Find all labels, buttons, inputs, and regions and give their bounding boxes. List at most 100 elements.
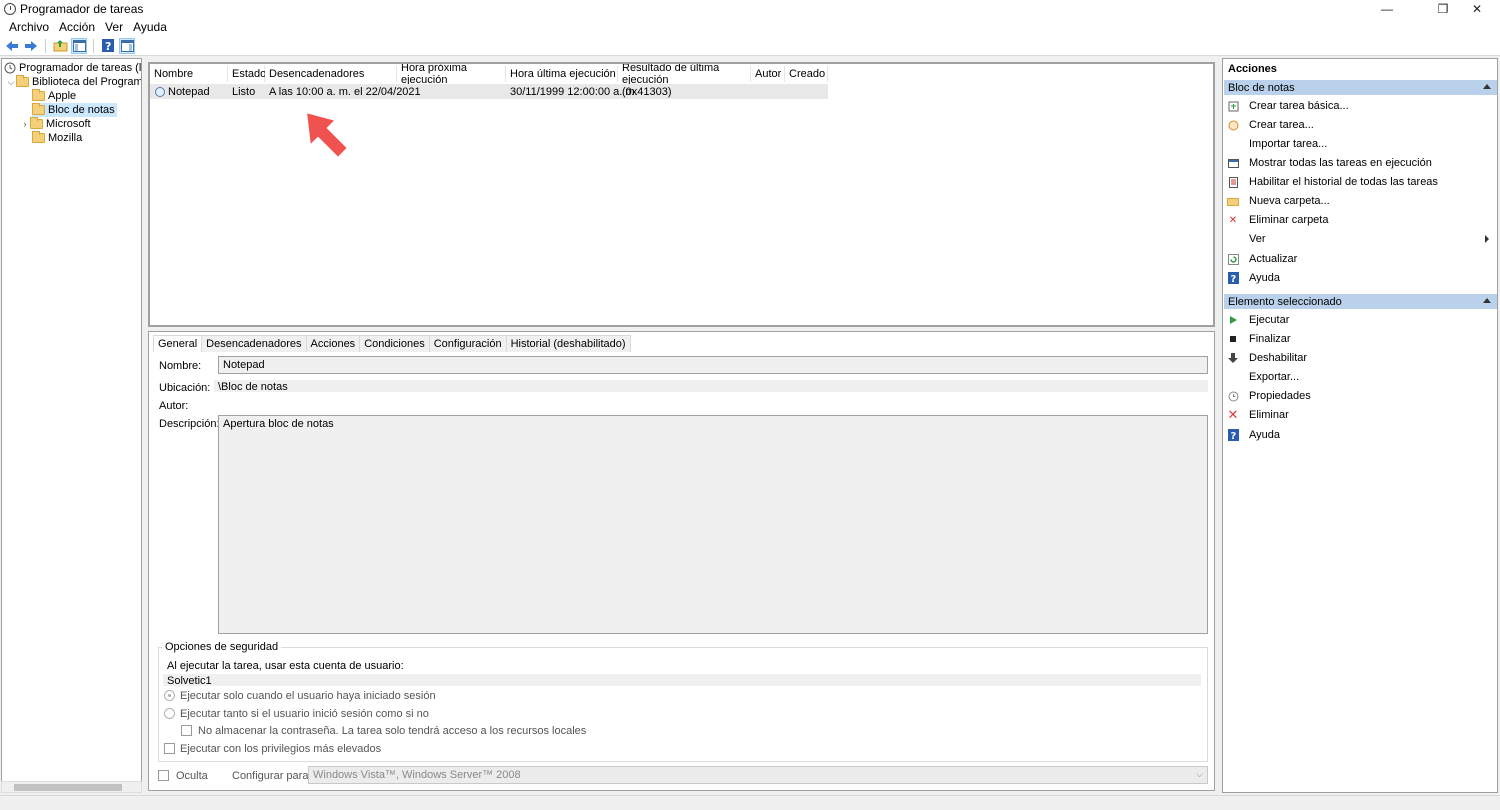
menu-ayuda[interactable]: Ayuda bbox=[128, 20, 172, 34]
menu-archivo[interactable]: Archivo bbox=[4, 20, 54, 34]
back-button[interactable] bbox=[4, 38, 20, 54]
close-button[interactable]: ✕ bbox=[1454, 0, 1500, 18]
forward-button[interactable] bbox=[23, 38, 39, 54]
action-new-folder[interactable]: Nueva carpeta... bbox=[1227, 193, 1330, 209]
action-help-selected[interactable]: ? Ayuda bbox=[1227, 427, 1280, 443]
tree-horizontal-scrollbar[interactable] bbox=[1, 781, 142, 793]
help-button[interactable]: ? bbox=[100, 38, 116, 54]
minimize-button[interactable]: — bbox=[1364, 0, 1410, 18]
navigation-tree: Programador de tareas (local) ⌵ Bibliote… bbox=[1, 58, 142, 793]
tree-folder-bloc-de-notas[interactable]: Bloc de notas bbox=[32, 103, 117, 117]
description-field[interactable]: Apertura bloc de notas bbox=[218, 415, 1208, 634]
name-label: Nombre: bbox=[159, 360, 202, 372]
tree-folder-label: Mozilla bbox=[48, 132, 83, 144]
column-header-status[interactable]: Estado bbox=[228, 66, 266, 82]
tree-folder-label: Microsoft bbox=[46, 118, 91, 130]
highest-privileges-checkbox[interactable] bbox=[164, 743, 175, 754]
action-label: Actualizar bbox=[1249, 253, 1298, 265]
action-create-task[interactable]: Crear tarea... bbox=[1227, 117, 1314, 133]
show-tree-button[interactable] bbox=[71, 37, 87, 54]
running-tasks-icon bbox=[1227, 157, 1239, 169]
column-header-author[interactable]: Autor bbox=[751, 66, 785, 82]
cell-author bbox=[751, 84, 755, 99]
action-label: Ver bbox=[1249, 233, 1266, 245]
action-refresh[interactable]: Actualizar bbox=[1227, 251, 1297, 267]
action-import-task[interactable]: Importar tarea... bbox=[1227, 136, 1327, 152]
folder-icon bbox=[16, 75, 29, 87]
cell-next-run bbox=[397, 84, 401, 99]
cell-created bbox=[785, 84, 789, 99]
folder-icon bbox=[32, 89, 45, 101]
column-header-next-run[interactable]: Hora próxima ejecución bbox=[397, 64, 506, 86]
chevron-right-icon[interactable]: › bbox=[20, 119, 30, 129]
action-delete-folder[interactable]: ✕ Eliminar carpeta bbox=[1227, 212, 1329, 228]
task-name: Notepad bbox=[168, 85, 210, 98]
cell-name[interactable]: Notepad bbox=[151, 84, 210, 99]
action-delete[interactable]: ✕ Eliminar bbox=[1227, 407, 1289, 423]
create-basic-task-icon bbox=[1227, 100, 1239, 112]
task-scheduler-icon bbox=[4, 3, 16, 15]
tree-root[interactable]: Programador de tareas (local) bbox=[4, 61, 141, 75]
section-header-selected-item[interactable]: Elemento seleccionado bbox=[1224, 294, 1497, 309]
collapse-caret-icon[interactable] bbox=[1483, 298, 1491, 303]
column-header-triggers[interactable]: Desencadenadores bbox=[265, 66, 397, 82]
tab-general[interactable]: General bbox=[153, 335, 203, 352]
new-folder-icon bbox=[1227, 195, 1239, 207]
delete-x-icon: ✕ bbox=[1228, 214, 1238, 226]
tree-folder-mozilla[interactable]: Mozilla bbox=[32, 131, 82, 145]
actions-pane-icon bbox=[120, 39, 134, 52]
toolbar: ? bbox=[0, 36, 1500, 56]
no-store-password-checkbox[interactable] bbox=[181, 725, 192, 736]
action-export[interactable]: Exportar... bbox=[1227, 369, 1299, 385]
tree-folder-apple[interactable]: Apple bbox=[32, 89, 76, 103]
name-field[interactable]: Notepad bbox=[218, 356, 1208, 374]
action-create-basic-task[interactable]: Crear tarea básica... bbox=[1227, 98, 1349, 114]
hidden-checkbox[interactable] bbox=[158, 770, 169, 781]
help-icon: ? bbox=[102, 39, 114, 52]
radio-logged-on-only[interactable] bbox=[164, 690, 175, 701]
menu-ver[interactable]: Ver bbox=[100, 20, 128, 34]
action-label: Crear tarea básica... bbox=[1249, 100, 1349, 112]
column-header-name[interactable]: Nombre bbox=[150, 66, 228, 82]
tab-actions[interactable]: Acciones bbox=[305, 335, 361, 352]
section-header-label: Bloc de notas bbox=[1228, 81, 1295, 94]
radio-whether-logged-on[interactable] bbox=[164, 708, 175, 719]
action-view[interactable]: Ver bbox=[1227, 231, 1493, 247]
action-disable[interactable]: Deshabilitar bbox=[1227, 350, 1307, 366]
column-header-last-run[interactable]: Hora última ejecución bbox=[506, 66, 618, 82]
action-label: Eliminar bbox=[1249, 409, 1289, 421]
tab-settings[interactable]: Configuración bbox=[428, 335, 507, 352]
configure-for-select[interactable]: Windows Vista™, Windows Server™ 2008 ⌵ bbox=[308, 766, 1208, 784]
show-actions-button[interactable] bbox=[119, 37, 135, 54]
action-end[interactable]: Finalizar bbox=[1227, 331, 1291, 347]
action-run[interactable]: Ejecutar bbox=[1227, 312, 1289, 328]
disable-arrow-icon bbox=[1227, 352, 1239, 364]
column-header-last-result[interactable]: Resultado de última ejecución bbox=[618, 64, 751, 86]
scrollbar-thumb[interactable] bbox=[14, 784, 122, 791]
tree-folder-microsoft[interactable]: › Microsoft bbox=[20, 117, 91, 131]
actions-pane: Acciones Bloc de notas Crear tarea básic… bbox=[1222, 58, 1498, 793]
detail-tabs: General Desencadenadores Acciones Condic… bbox=[153, 335, 631, 352]
action-help[interactable]: ? Ayuda bbox=[1227, 270, 1280, 286]
help-icon: ? bbox=[1227, 429, 1239, 441]
svg-text:?: ? bbox=[105, 40, 111, 52]
action-properties[interactable]: Propiedades bbox=[1227, 388, 1311, 404]
help-icon: ? bbox=[1227, 272, 1239, 284]
action-show-running-tasks[interactable]: Mostrar todas las tareas en ejecución bbox=[1227, 155, 1432, 171]
up-folder-button[interactable] bbox=[52, 38, 68, 54]
toolbar-separator bbox=[93, 38, 94, 53]
section-header-folder[interactable]: Bloc de notas bbox=[1224, 80, 1497, 95]
tab-triggers[interactable]: Desencadenadores bbox=[201, 335, 307, 352]
menu-accion[interactable]: Acción bbox=[54, 20, 100, 34]
column-header-created[interactable]: Creado bbox=[785, 66, 828, 82]
action-enable-history[interactable]: Habilitar el historial de todas las tare… bbox=[1227, 174, 1438, 190]
author-label: Autor: bbox=[159, 400, 189, 412]
tab-conditions[interactable]: Condiciones bbox=[359, 335, 430, 352]
tab-history[interactable]: Historial (deshabilitado) bbox=[505, 335, 631, 352]
collapse-caret-icon[interactable] bbox=[1483, 84, 1491, 89]
chevron-down-icon[interactable]: ⌵ bbox=[6, 77, 16, 88]
tree-library[interactable]: ⌵ Biblioteca del Programador de tareas bbox=[6, 75, 141, 89]
task-detail-pane: General Desencadenadores Acciones Condic… bbox=[148, 331, 1215, 791]
author-value bbox=[214, 398, 1208, 410]
folder-icon bbox=[30, 117, 43, 129]
